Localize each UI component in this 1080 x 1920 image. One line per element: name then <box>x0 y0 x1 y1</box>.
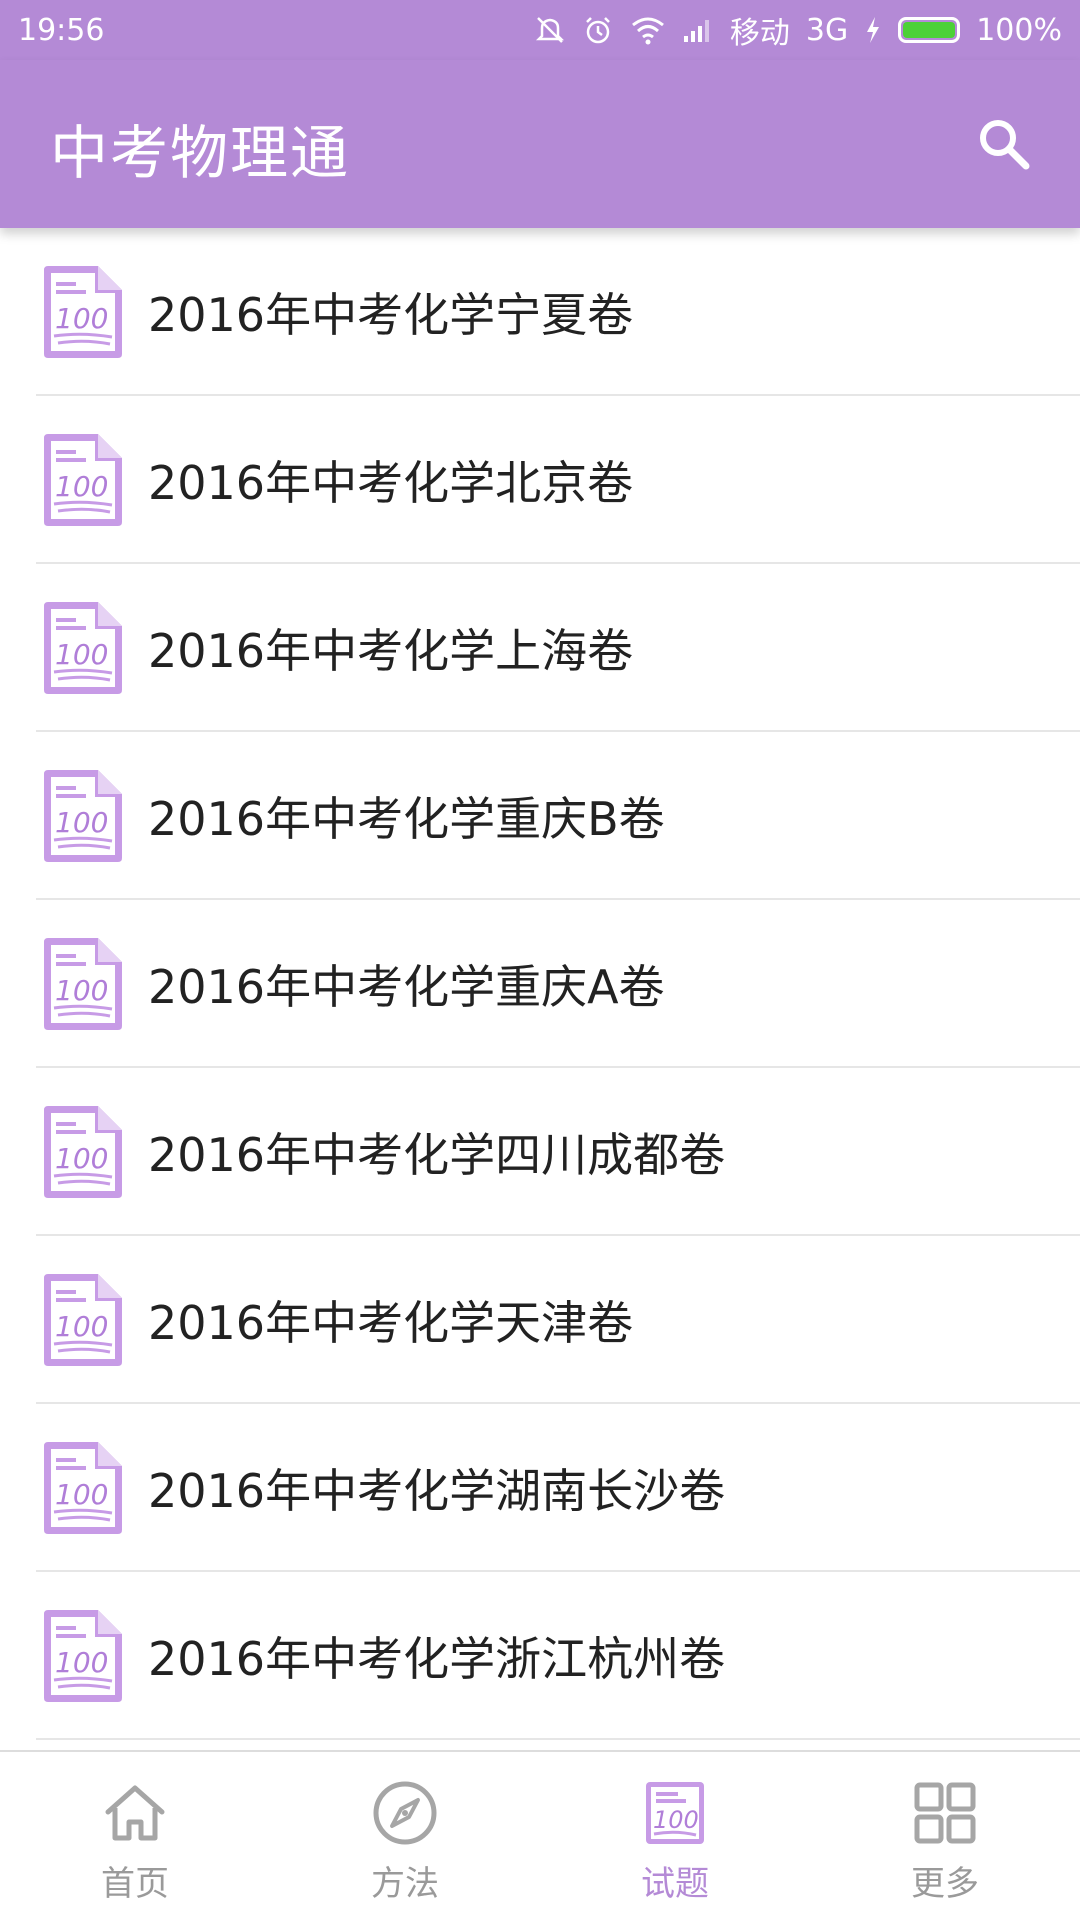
svg-text:100: 100 <box>55 1478 108 1511</box>
nav-label: 试题 <box>641 1864 709 1904</box>
grid-icon <box>914 1782 976 1844</box>
list-item-label: 2016年中考化学北京卷 <box>148 456 634 510</box>
list-item-label: 2016年中考化学四川成都卷 <box>148 1128 726 1182</box>
list-item-label: 2016年中考化学上海卷 <box>148 624 634 678</box>
list-item-label: 2016年中考化学宁夏卷 <box>148 288 634 342</box>
alarm-icon <box>582 14 614 46</box>
charging-icon <box>864 15 882 45</box>
network-type: 3G <box>805 12 849 48</box>
svg-text:100: 100 <box>55 302 108 335</box>
list-item-label: 2016年中考化学浙江杭州卷 <box>148 1632 726 1686</box>
svg-text:100: 100 <box>55 1646 108 1679</box>
svg-text:100: 100 <box>653 1806 699 1834</box>
app-bar: 中考物理通 <box>0 60 1080 228</box>
svg-text:100: 100 <box>55 1142 108 1175</box>
battery-level: 100% <box>976 12 1062 48</box>
svg-text:100: 100 <box>55 1310 108 1343</box>
nav-item-home[interactable]: 首页 <box>0 1752 270 1920</box>
svg-text:100: 100 <box>55 974 108 1007</box>
svg-text:100: 100 <box>55 470 108 503</box>
list-item[interactable]: 100 2016年中考化学天津卷 <box>0 1236 1080 1404</box>
exam-paper-icon: 100 <box>44 434 122 526</box>
list-item[interactable]: 100 2016年中考化学浙江杭州卷 <box>0 1572 1080 1740</box>
status-bar: 19:56 移动 3G 100% <box>0 0 1080 60</box>
nav-item-method[interactable]: 方法 <box>270 1752 540 1920</box>
list-item[interactable]: 100 2016年中考化学上海卷 <box>0 564 1080 732</box>
signal-icon <box>682 16 714 44</box>
nav-label: 方法 <box>371 1864 439 1904</box>
svg-text:100: 100 <box>55 638 108 671</box>
exam-paper-icon: 100 <box>646 1782 704 1844</box>
list-item[interactable]: 100 2016年中考化学宁夏卷 <box>0 228 1080 396</box>
status-time: 19:56 <box>18 12 105 48</box>
exam-paper-icon: 100 <box>44 1106 122 1198</box>
wifi-icon <box>630 15 666 45</box>
bottom-nav: 首页 方法 100 试题 更多 <box>0 1750 1080 1920</box>
carrier-label: 移动 <box>729 16 790 51</box>
list-item[interactable]: 100 2016年中考化学重庆B卷 <box>0 732 1080 900</box>
list-item[interactable]: 100 2016年中考化学湖南长沙卷 <box>0 1404 1080 1572</box>
mute-icon <box>534 14 566 46</box>
app-title: 中考物理通 <box>50 119 351 187</box>
list-item[interactable]: 100 2016年中考化学四川成都卷 <box>0 1068 1080 1236</box>
exam-paper-icon: 100 <box>44 266 122 358</box>
search-icon <box>980 120 1030 170</box>
list-item-label: 2016年中考化学重庆A卷 <box>148 960 665 1014</box>
nav-item-exams[interactable]: 100 试题 <box>540 1752 810 1920</box>
nav-item-more[interactable]: 更多 <box>810 1752 1080 1920</box>
list-item-label: 2016年中考化学湖南长沙卷 <box>148 1464 726 1518</box>
exam-paper-icon: 100 <box>44 770 122 862</box>
home-icon <box>105 1785 165 1841</box>
battery-icon <box>898 17 961 43</box>
search-button[interactable] <box>972 112 1036 176</box>
status-icons: 移动 3G 100% <box>534 8 1062 52</box>
list-item[interactable]: 100 2016年中考化学重庆A卷 <box>0 900 1080 1068</box>
exam-paper-icon: 100 <box>44 1274 122 1366</box>
list-item[interactable]: 100 2016年中考化学北京卷 <box>0 396 1080 564</box>
compass-icon <box>373 1781 437 1845</box>
exam-paper-icon: 100 <box>44 602 122 694</box>
nav-label: 更多 <box>911 1864 979 1904</box>
exam-paper-icon: 100 <box>44 1610 122 1702</box>
nav-label: 首页 <box>101 1864 169 1904</box>
exam-list: 100 2016年中考化学宁夏卷 100 2016年中考化学北京卷 100 20… <box>0 228 1080 1740</box>
exam-paper-icon: 100 <box>44 938 122 1030</box>
exam-paper-icon: 100 <box>44 1442 122 1534</box>
list-item-label: 2016年中考化学重庆B卷 <box>148 792 665 846</box>
list-item-label: 2016年中考化学天津卷 <box>148 1296 634 1350</box>
svg-text:100: 100 <box>55 806 108 839</box>
